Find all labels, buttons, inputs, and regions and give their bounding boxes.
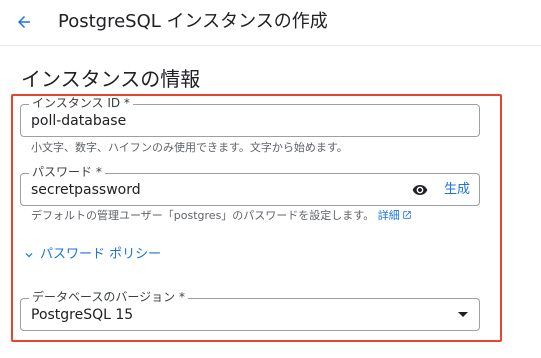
password-field[interactable]: パスワード * secretpassword 生成	[20, 165, 480, 206]
password-policy-toggle[interactable]: パスワード ポリシー	[22, 246, 161, 264]
password-hint: デフォルトの管理ユーザー「postgres」のパスワードを設定します。 詳細	[31, 209, 412, 223]
open-in-new-icon	[402, 211, 411, 219]
chevron-down-icon	[25, 253, 33, 258]
instance-id-hint: 小文字、数字、ハイフンのみ使用できます。文字から始めます。	[31, 141, 348, 154]
database-version-label: データベースのバージョン *	[29, 290, 188, 305]
top-app-bar: PostgreSQL インスタンスの作成	[0, 0, 541, 46]
password-value: secretpassword	[31, 182, 141, 198]
password-label: パスワード *	[29, 165, 105, 180]
instance-id-value: poll-database	[31, 113, 127, 129]
instance-id-label: インスタンス ID *	[29, 96, 133, 111]
page-title: PostgreSQL インスタンスの作成	[58, 11, 328, 32]
instance-id-field[interactable]: インスタンス ID * poll-database	[20, 96, 480, 137]
arrow-back-icon	[18, 16, 30, 28]
eye-icon	[412, 185, 428, 195]
details-link-label: 詳細	[377, 209, 400, 222]
password-policy-label: パスワード ポリシー	[40, 247, 162, 262]
password-hint-text: デフォルトの管理ユーザー「postgres」のパスワードを設定します。	[31, 209, 375, 222]
details-link[interactable]: 詳細	[378, 209, 412, 222]
generate-password-button[interactable]: 生成	[444, 181, 470, 199]
back-button[interactable]	[13, 11, 35, 33]
database-version-value: PostgreSQL 15	[31, 307, 134, 323]
database-version-select[interactable]: データベースのバージョン * PostgreSQL 15	[20, 290, 480, 331]
dropdown-arrow-icon	[458, 312, 468, 317]
section-title: インスタンスの情報	[21, 67, 201, 91]
toggle-password-visibility-button[interactable]	[410, 181, 430, 199]
